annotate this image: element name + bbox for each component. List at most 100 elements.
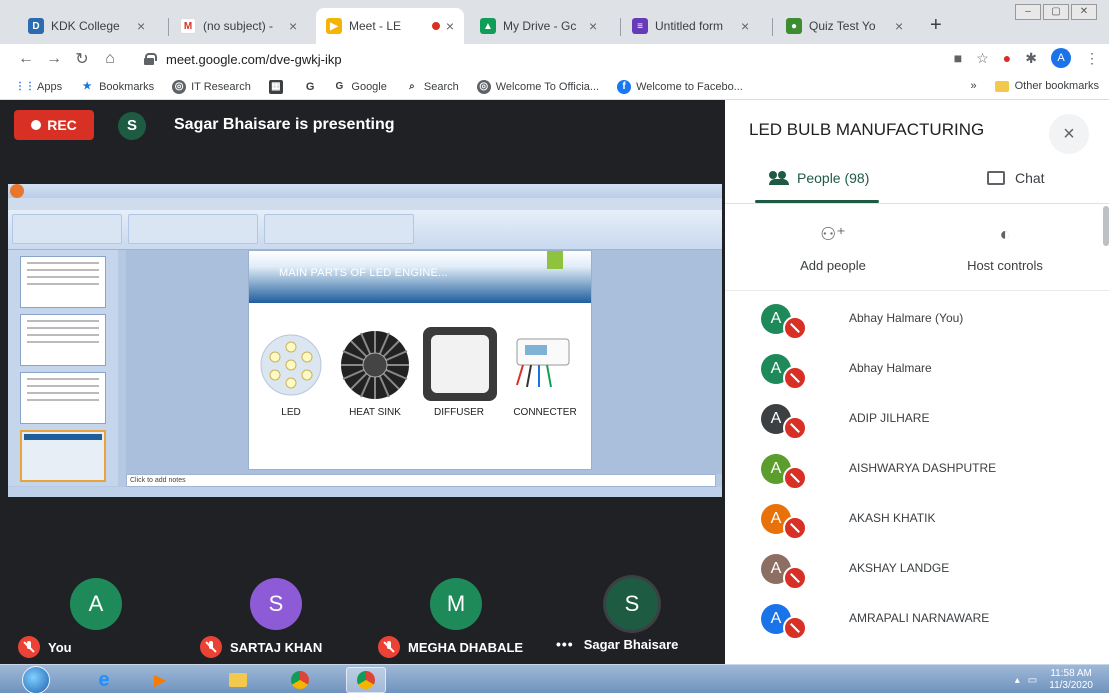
browser-tab[interactable]: M (no subject) - × (170, 8, 318, 44)
bookmarks-overflow-button[interactable]: » (971, 80, 977, 92)
extension-icon[interactable]: ● (1003, 50, 1011, 66)
clock[interactable]: 11:58 AM 11/3/2020 (1049, 668, 1093, 692)
start-button[interactable] (22, 666, 50, 693)
tab-favicon-icon: ≡ (632, 18, 648, 34)
ribbon-tabs (8, 198, 722, 210)
bookmark-welcome-official[interactable]: ◎ Welcome To Officia... (476, 79, 599, 94)
browser-tab[interactable]: ▲ My Drive - Gc × (470, 8, 618, 44)
file-explorer-icon[interactable] (218, 667, 258, 693)
host-controls-button[interactable]: ◐ Host controls (945, 224, 1065, 273)
bookmark-google[interactable]: G Google (332, 80, 387, 94)
tab-favicon-icon: M (180, 18, 196, 34)
tab-title: Quiz Test Yo (809, 19, 876, 33)
bookmark-g[interactable]: G (306, 81, 315, 93)
mic-off-icon (783, 416, 807, 440)
close-tab-icon[interactable]: × (289, 18, 297, 34)
chrome-icon[interactable] (280, 667, 320, 693)
bookmark-bookmarks[interactable]: ★ Bookmarks (80, 80, 155, 94)
tab-separator (772, 18, 773, 36)
maximize-button[interactable]: ▢ (1043, 4, 1069, 20)
meeting-title: LED BULB MANUFACTURING (749, 120, 985, 139)
system-tray: ▴ ▭ 11:58 AM 11/3/2020 (1015, 668, 1093, 692)
add-people-button[interactable]: ⚇⁺ Add people (773, 224, 893, 273)
tab-title: KDK College (51, 19, 120, 33)
slide-thumbnail[interactable] (20, 372, 106, 424)
slide-thumbnail-selected[interactable] (20, 430, 106, 482)
close-tab-icon[interactable]: × (446, 18, 454, 34)
new-tab-button[interactable]: + (930, 14, 942, 37)
participant-list-item[interactable]: A ADIP JILHARE (725, 404, 1109, 454)
participant-list-name: ADIP JILHARE (849, 411, 930, 425)
participant-list-item[interactable]: A AMRAPALI NARNAWARE (725, 604, 1109, 654)
office-logo-icon (10, 184, 24, 198)
participant-list-item[interactable]: A AISHWARYA DASHPUTRE (725, 454, 1109, 504)
bookmark-search[interactable]: ⌕ Search (405, 80, 459, 94)
reload-icon[interactable]: ↻ (68, 49, 96, 69)
mic-off-icon (783, 516, 807, 540)
participant-list-name: Abhay Halmare (849, 361, 932, 375)
recording-indicator-icon (431, 22, 440, 30)
mic-off-icon (18, 636, 40, 658)
participant-list-item[interactable]: A Abhay Halmare (725, 354, 1109, 404)
forward-arrow-icon[interactable]: → (40, 50, 68, 68)
notes-pane[interactable]: Click to add notes (126, 474, 716, 487)
close-panel-button[interactable]: × (1049, 114, 1089, 154)
tray-arrow-icon[interactable]: ▴ (1015, 675, 1020, 686)
heat-sink-image (341, 331, 409, 399)
media-player-icon[interactable]: ▶ (140, 667, 180, 693)
add-person-icon: ⚇⁺ (820, 224, 846, 244)
participant-list-item[interactable]: A AKASH KHATIK (725, 504, 1109, 554)
window-controls: – ▢ ✕ (1015, 4, 1097, 20)
other-bookmarks[interactable]: Other bookmarks (1015, 80, 1099, 92)
connector-image (516, 338, 570, 388)
participant-list-item[interactable]: A Abhay Halmare (You) (725, 304, 1109, 354)
bookmarks-bar: ⋮⋮ Apps ★ Bookmarks ◎ IT Research ▦ G G Goog… (0, 74, 1109, 100)
internet-explorer-icon[interactable]: e (84, 667, 124, 693)
participant-name: SARTAJ KHAN (230, 639, 323, 655)
tab-separator (620, 18, 621, 36)
network-icon[interactable]: ▭ (1028, 675, 1037, 686)
search-icon: ⌕ (409, 81, 415, 92)
chrome-profile-icon[interactable] (346, 667, 386, 693)
close-tab-icon[interactable]: × (741, 18, 749, 34)
tab-chat[interactable]: Chat (987, 170, 1045, 186)
bookmark-image-icon[interactable]: ▦ (268, 79, 288, 94)
star-icon: ★ (82, 81, 92, 92)
participant-list-item[interactable]: A AKSHAY LANDGE (725, 554, 1109, 604)
close-tab-icon[interactable]: × (137, 18, 145, 34)
diffuser-image (423, 327, 497, 401)
recording-badge[interactable]: REC (14, 110, 94, 140)
participant-list-name: AMRAPALI NARNAWARE (849, 611, 990, 625)
browser-tab[interactable]: ≡ Untitled form × (622, 8, 770, 44)
bookmark-facebook[interactable]: f Welcome to Facebo... (617, 79, 743, 94)
close-window-button[interactable]: ✕ (1071, 4, 1097, 20)
star-icon[interactable]: ☆ (976, 50, 989, 67)
close-tab-icon[interactable]: × (589, 18, 597, 34)
slide-thumbnail[interactable] (20, 256, 106, 308)
bookmark-it-research[interactable]: ◎ IT Research (172, 79, 251, 94)
home-icon[interactable]: ⌂ (96, 50, 124, 68)
close-tab-icon[interactable]: × (895, 18, 903, 34)
mic-off-icon (378, 636, 400, 658)
slide-canvas: MAIN PARTS OF LED ENGINE... LED HEAT SIN… (126, 250, 722, 474)
back-arrow-icon[interactable]: ← (12, 50, 40, 68)
google-g-icon: G (305, 80, 315, 93)
browser-tab[interactable]: ● Quiz Test Yo × (776, 8, 924, 44)
browser-tab[interactable]: ▶ Meet - LE × (316, 8, 464, 44)
panel-scrollbar[interactable] (1103, 206, 1109, 246)
address-bar[interactable]: meet.google.com/dve-gwkj-ikp (144, 48, 934, 70)
menu-icon[interactable]: ⋮ (1085, 50, 1099, 67)
participant-name: Sagar Bhaisare (583, 636, 679, 652)
bookmark-apps[interactable]: ⋮⋮ Apps (15, 80, 62, 94)
camera-icon[interactable]: ■ (954, 50, 962, 66)
browser-tab[interactable]: D KDK College × (18, 8, 166, 44)
globe-icon: ◎ (172, 79, 187, 94)
minimize-button[interactable]: – (1015, 4, 1041, 20)
puzzle-icon[interactable]: ✱ (1025, 50, 1037, 67)
profile-avatar[interactable]: A (1051, 48, 1071, 68)
part-label-heat-sink: HEAT SINK (349, 407, 401, 418)
participant-name-row: SARTAJ KHAN (200, 636, 322, 658)
screen-root: D KDK College × M (no subject) - × ▶ Meet - LE ×… (0, 0, 1109, 693)
slide-thumbnail[interactable] (20, 314, 106, 366)
tab-people[interactable]: People (98) (769, 170, 869, 186)
